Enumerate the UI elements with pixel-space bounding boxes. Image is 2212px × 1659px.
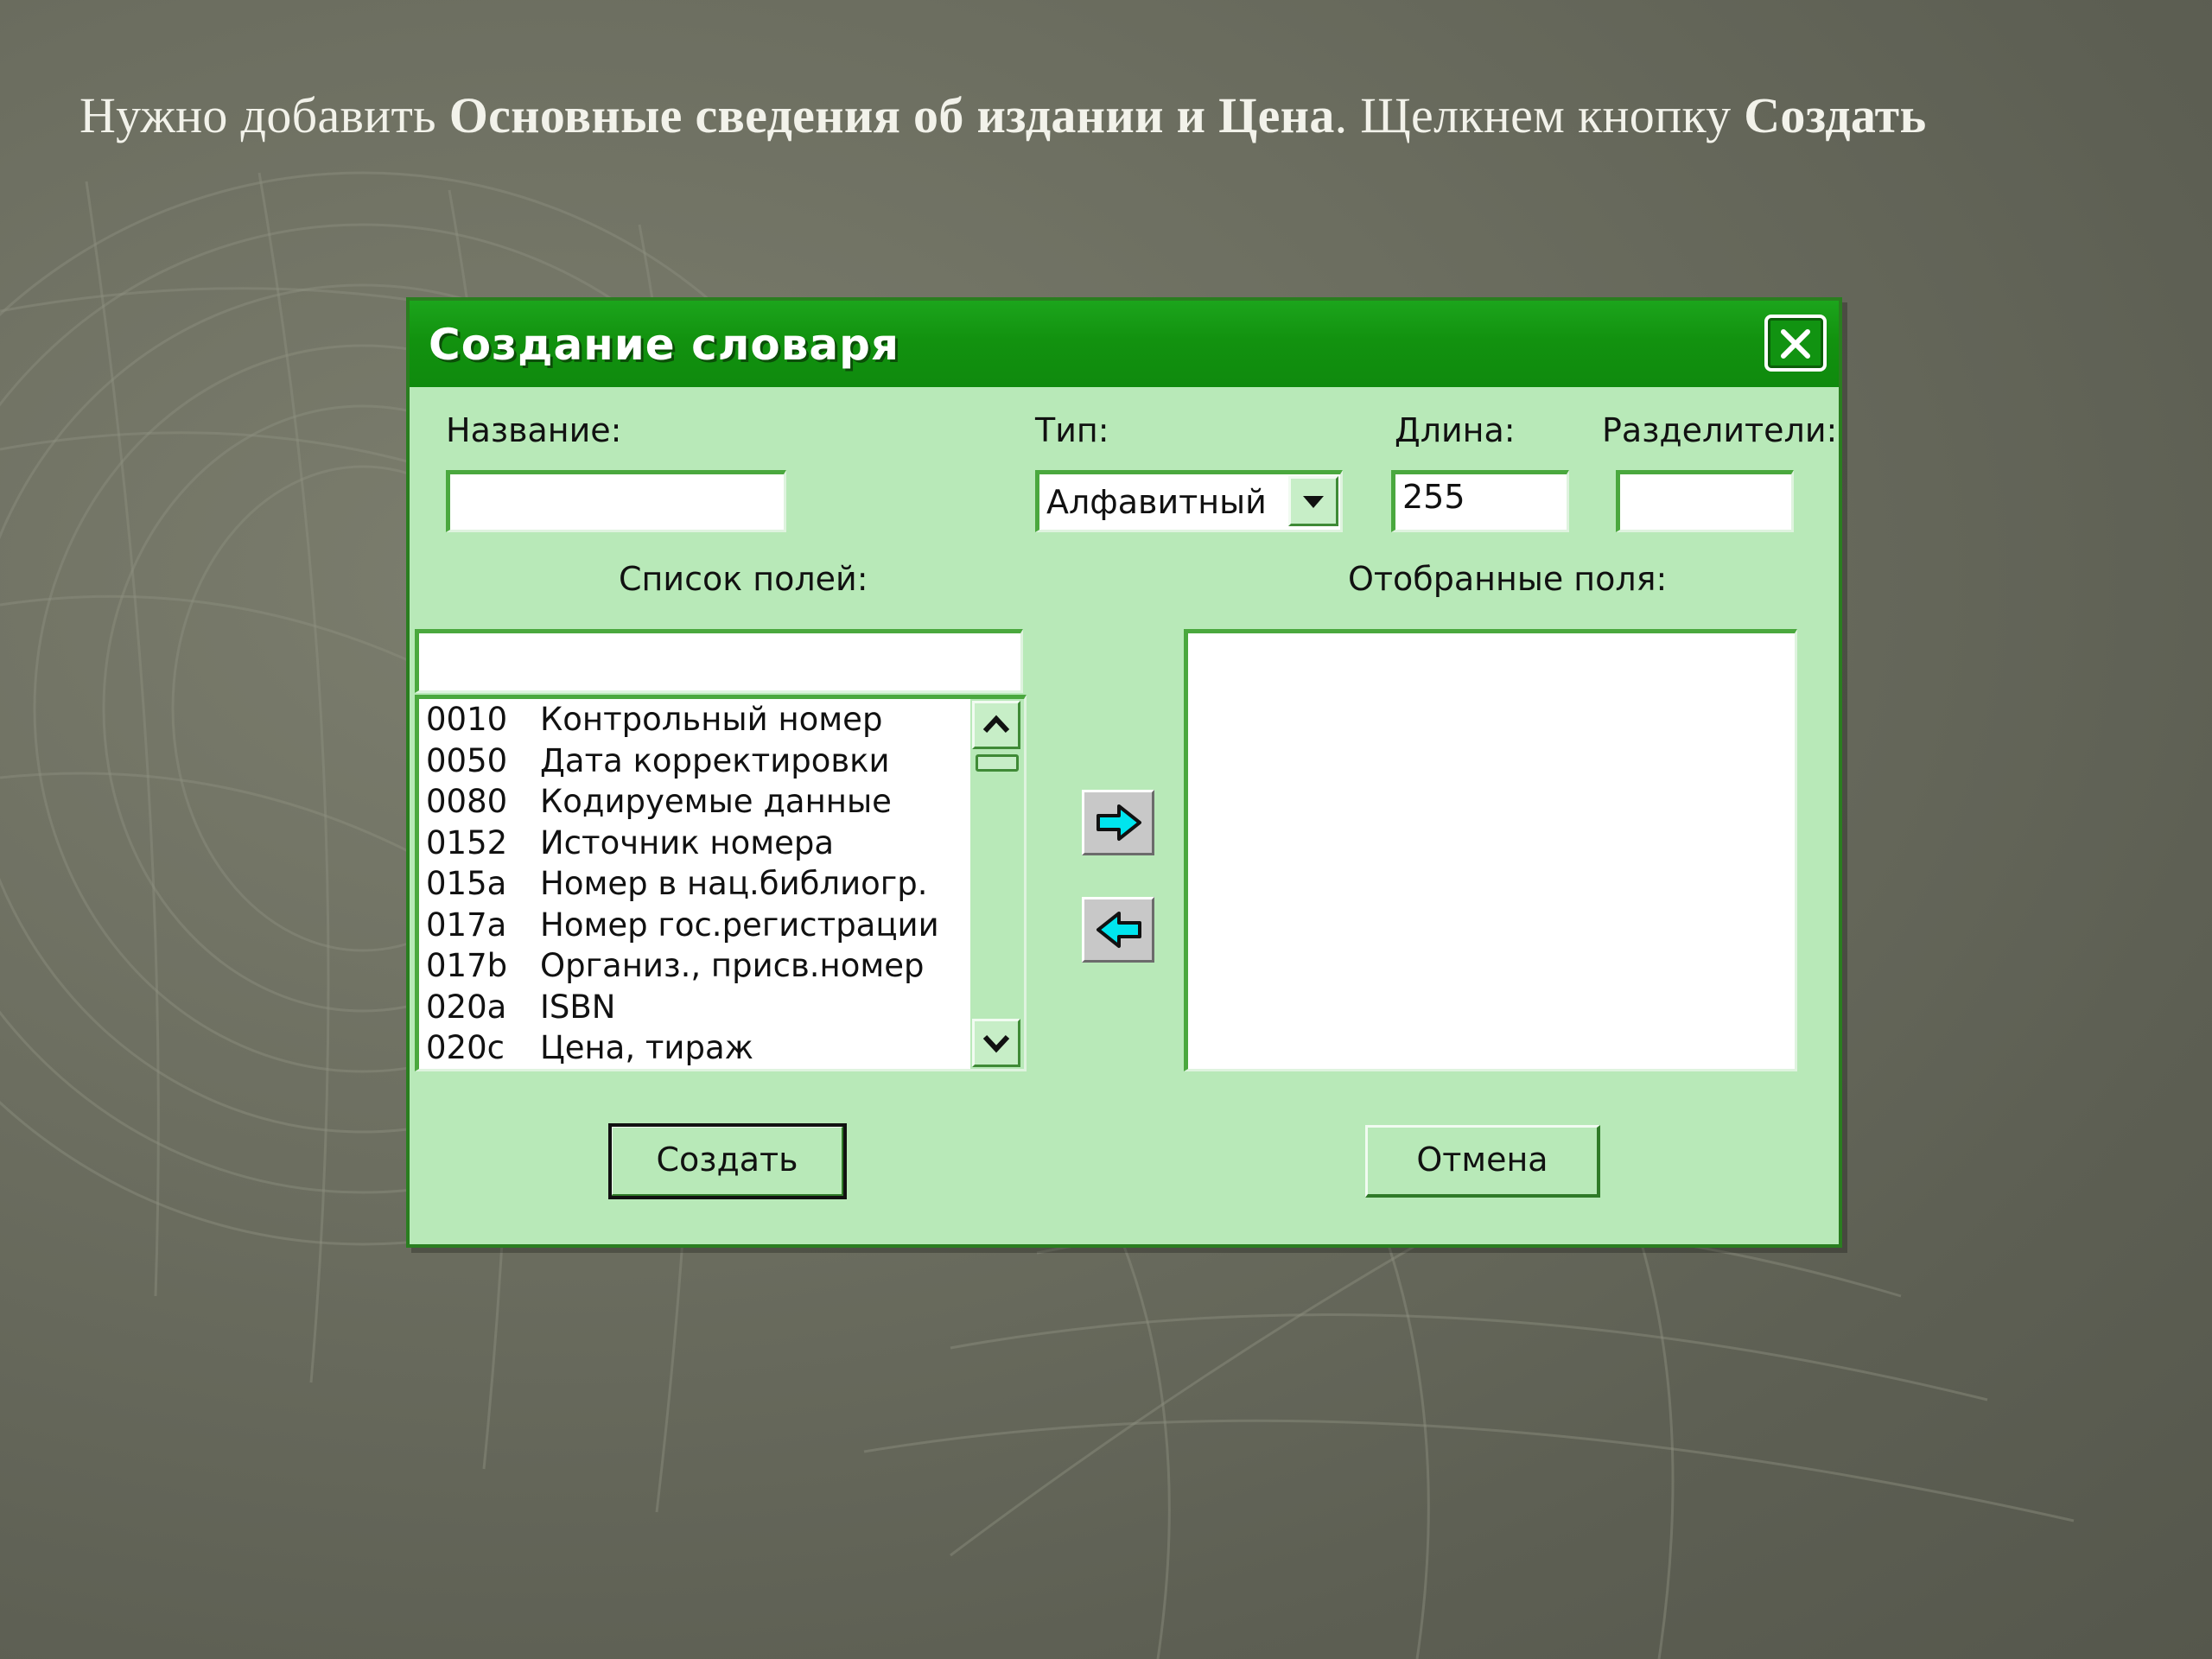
arrow-left-icon bbox=[1096, 912, 1141, 948]
field-list-label: Список полей: bbox=[619, 560, 868, 598]
type-selected-value: Алфавитный bbox=[1046, 483, 1267, 521]
create-button[interactable]: Создать bbox=[608, 1123, 847, 1199]
caption-text-1: Нужно добавить bbox=[79, 87, 449, 143]
create-dictionary-dialog: Создание словаря Название: Тип: Длина: Р… bbox=[406, 297, 1842, 1248]
title-bar[interactable]: Создание словаря bbox=[410, 301, 1839, 387]
separators-field[interactable] bbox=[1616, 470, 1794, 532]
list-item[interactable]: 0080 Кодируемые данные bbox=[419, 781, 970, 823]
separators-input[interactable] bbox=[1627, 478, 1784, 516]
caption-bold-1: Основные сведения об издании и Цена bbox=[448, 87, 1335, 143]
field-code: 017b bbox=[426, 947, 508, 984]
field-name: Цена, тираж bbox=[540, 1029, 753, 1066]
chevron-down-icon bbox=[982, 1034, 1010, 1053]
type-dropdown-button[interactable] bbox=[1288, 476, 1338, 526]
scroll-thumb[interactable] bbox=[976, 754, 1019, 772]
type-select[interactable]: Алфавитный bbox=[1035, 470, 1343, 532]
field-code: 0010 bbox=[426, 701, 508, 738]
caption-bold-2: Создать bbox=[1744, 87, 1927, 143]
list-item[interactable]: 015a Номер в нац.библиогр. bbox=[419, 863, 970, 905]
list-item[interactable]: 020c Цена, тираж bbox=[419, 1027, 970, 1069]
field-name: Источник номера bbox=[540, 823, 835, 861]
field-name: ISBN bbox=[540, 988, 616, 1026]
caption-text-2: . Щелкнем кнопку bbox=[1334, 87, 1745, 143]
field-code: 0080 bbox=[426, 783, 508, 820]
selected-fields-label: Отобранные поля: bbox=[1348, 560, 1668, 598]
list-item[interactable]: 0152 Источник номера bbox=[419, 823, 970, 864]
field-code: 020c bbox=[426, 1029, 505, 1066]
name-field[interactable] bbox=[446, 470, 786, 532]
close-button[interactable] bbox=[1764, 315, 1827, 372]
field-name: Организ., присв.номер bbox=[540, 947, 925, 984]
list-item[interactable]: 0010 Контрольный номер bbox=[419, 699, 970, 741]
field-code: 0152 bbox=[426, 823, 508, 861]
add-field-button[interactable] bbox=[1082, 790, 1154, 855]
length-field[interactable] bbox=[1391, 470, 1569, 532]
field-code: 020a bbox=[426, 988, 507, 1026]
chevron-up-icon bbox=[982, 715, 1010, 734]
type-label: Тип: bbox=[1035, 411, 1109, 449]
separators-label: Разделители: bbox=[1602, 411, 1838, 449]
chevron-down-icon bbox=[1303, 496, 1324, 508]
close-icon bbox=[1781, 329, 1810, 359]
field-name: Кодируемые данные bbox=[540, 783, 892, 820]
field-filter[interactable] bbox=[415, 629, 1023, 693]
arrow-right-icon bbox=[1096, 804, 1141, 841]
remove-field-button[interactable] bbox=[1082, 897, 1154, 963]
instruction-caption: Нужно добавить Основные сведения об изда… bbox=[79, 86, 2171, 144]
cancel-button[interactable]: Отмена bbox=[1365, 1125, 1600, 1198]
field-name: Номер гос.регистрации bbox=[540, 906, 939, 944]
field-name: Дата корректировки bbox=[540, 741, 890, 779]
field-list-rows: 0010 Контрольный номер 0050 Дата корректир… bbox=[419, 699, 970, 1069]
name-label: Название: bbox=[446, 411, 622, 449]
field-name: Контрольный номер bbox=[540, 701, 883, 738]
dialog-title: Создание словаря bbox=[429, 320, 900, 370]
field-code: 015a bbox=[426, 865, 507, 902]
selected-fields-list[interactable] bbox=[1184, 629, 1797, 1071]
scroll-down-button[interactable] bbox=[972, 1019, 1020, 1067]
length-label: Длина: bbox=[1395, 411, 1516, 449]
name-input[interactable] bbox=[457, 478, 777, 516]
field-list[interactable]: 0010 Контрольный номер 0050 Дата корректир… bbox=[415, 695, 1027, 1071]
field-code: 017a bbox=[426, 906, 507, 944]
list-item[interactable]: 017b Организ., присв.номер bbox=[419, 945, 970, 987]
list-item[interactable]: 017a Номер гос.регистрации bbox=[419, 905, 970, 946]
list-item[interactable]: 0050 Дата корректировки bbox=[419, 741, 970, 782]
field-list-scrollbar[interactable] bbox=[970, 699, 1024, 1069]
scroll-up-button[interactable] bbox=[972, 701, 1020, 749]
field-filter-input[interactable] bbox=[426, 637, 1014, 675]
field-code: 0050 bbox=[426, 741, 508, 779]
list-item[interactable]: 020a ISBN bbox=[419, 987, 970, 1028]
length-input[interactable] bbox=[1402, 478, 1560, 516]
field-name: Номер в нац.библиогр. bbox=[540, 865, 928, 902]
